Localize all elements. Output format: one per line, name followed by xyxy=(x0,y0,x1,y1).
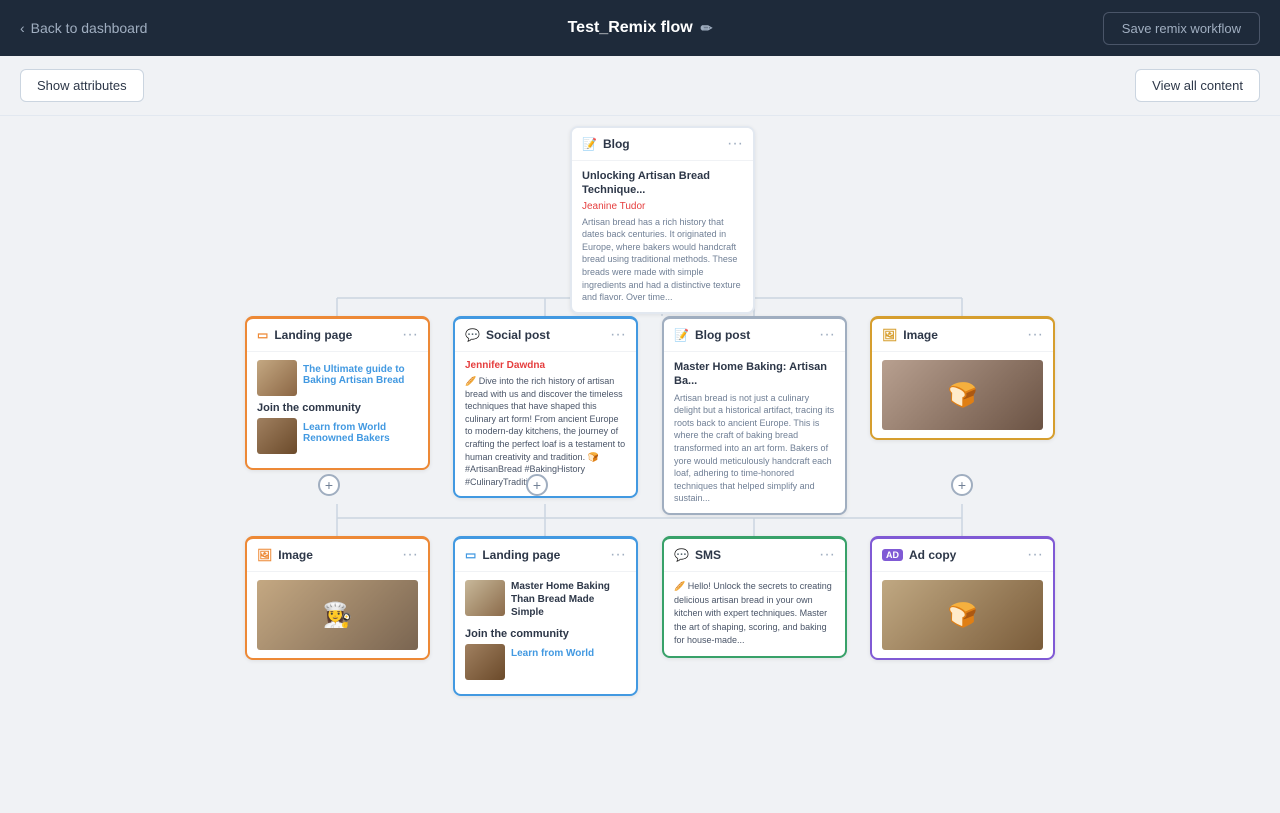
back-to-dashboard-button[interactable]: ‹ Back to dashboard xyxy=(20,20,147,36)
card-header-blog: 📝 Blog ··· xyxy=(572,128,753,161)
card-header-landing1: ▭ Landing page ··· xyxy=(247,319,428,352)
card-header-landing2: ▭ Landing page ··· xyxy=(455,539,636,572)
card-thumbnail xyxy=(257,360,297,396)
workflow-canvas: 📝 Blog ··· Unlocking Artisan Bread Techn… xyxy=(0,116,1280,813)
card-menu-button[interactable]: ··· xyxy=(610,547,626,563)
card-body-blog: Unlocking Artisan Bread Technique... Jea… xyxy=(572,161,753,312)
card-row: The Ultimate guide to Baking Artisan Bre… xyxy=(257,360,418,396)
sms-type-icon: 💬 xyxy=(674,548,689,562)
card-menu-button[interactable]: ··· xyxy=(610,327,626,343)
card-body-image1: 🍞 xyxy=(872,352,1053,438)
card-type-label: ▭ Landing page xyxy=(465,548,560,562)
card-body-landing1: The Ultimate guide to Baking Artisan Bre… xyxy=(247,352,428,468)
landing-page-card-1[interactable]: ▭ Landing page ··· The Ultimate guide to… xyxy=(245,316,430,470)
show-attributes-button[interactable]: Show attributes xyxy=(20,69,144,102)
card-body-landing2: Master Home Baking Than Bread Made Simpl… xyxy=(455,572,636,694)
image-card-1[interactable]: 🖼 Image ··· 🍞 xyxy=(870,316,1055,440)
save-remix-button[interactable]: Save remix workflow xyxy=(1103,12,1260,45)
workflow-title: Test_Remix flow xyxy=(568,19,693,37)
image-placeholder-3: 🍞 xyxy=(882,580,1043,650)
card-body-image2: 👩‍🍳 xyxy=(247,572,428,658)
view-all-content-button[interactable]: View all content xyxy=(1135,69,1260,102)
workflow-title-area: Test_Remix flow ✏ xyxy=(568,19,713,37)
blogpost-type-icon: 📝 xyxy=(674,328,689,342)
card-body-blogpost1: Master Home Baking: Artisan Ba... Artisa… xyxy=(664,352,845,513)
card-thumbnail xyxy=(465,580,505,616)
card-menu-button[interactable]: ··· xyxy=(402,547,418,563)
image-placeholder: 🍞 xyxy=(882,360,1043,430)
card-type-label: 🖼 Image xyxy=(257,548,313,562)
sms-card[interactable]: 💬 SMS ··· 🥖 Hello! Unlock the secrets to… xyxy=(662,536,847,658)
card-row: Learn from World Renowned Bakers xyxy=(257,418,418,454)
back-label: Back to dashboard xyxy=(31,20,148,36)
card-body-social1: Jennifer Dawdna 🥖 Dive into the rich his… xyxy=(455,352,636,496)
blog-post-card-1[interactable]: 📝 Blog post ··· Master Home Baking: Arti… xyxy=(662,316,847,515)
card-type-label: 🖼 Image xyxy=(882,328,938,342)
card-row: Learn from World xyxy=(465,644,626,680)
landing-page-card-2[interactable]: ▭ Landing page ··· Master Home Baking Th… xyxy=(453,536,638,696)
ad-badge-icon: AD xyxy=(882,549,903,561)
card-header-image1: 🖼 Image ··· xyxy=(872,319,1053,352)
add-node-button-1[interactable]: + xyxy=(318,474,340,496)
card-thumbnail xyxy=(257,418,297,454)
add-node-button-2[interactable]: + xyxy=(526,474,548,496)
card-type-label: 💬 Social post xyxy=(465,328,550,342)
card-type-label: 📝 Blog post xyxy=(674,328,750,342)
root-blog-card[interactable]: 📝 Blog ··· Unlocking Artisan Bread Techn… xyxy=(570,126,755,314)
card-type-label: ▭ Landing page xyxy=(257,328,352,342)
card-type-label: AD Ad copy xyxy=(882,548,956,562)
card-type-label: 💬 SMS xyxy=(674,548,721,562)
toolbar: Show attributes View all content xyxy=(0,56,1280,116)
landing-type-icon: ▭ xyxy=(257,328,268,342)
image-type-icon-2: 🖼 xyxy=(257,548,272,562)
back-arrow-icon: ‹ xyxy=(20,20,25,36)
app-header: ‹ Back to dashboard Test_Remix flow ✏ Sa… xyxy=(0,0,1280,56)
landing-type-icon-2: ▭ xyxy=(465,548,476,562)
card-thumbnail xyxy=(465,644,505,680)
card-header-image2: 🖼 Image ··· xyxy=(247,539,428,572)
social-type-icon: 💬 xyxy=(465,328,480,342)
card-header-adcopy: AD Ad copy ··· xyxy=(872,539,1053,572)
image-type-icon: 🖼 xyxy=(882,328,897,342)
card-header-blogpost1: 📝 Blog post ··· xyxy=(664,319,845,352)
card-type-label: 📝 Blog xyxy=(582,137,630,151)
card-menu-button[interactable]: ··· xyxy=(402,327,418,343)
card-row: Master Home Baking Than Bread Made Simpl… xyxy=(465,580,626,622)
social-post-card-1[interactable]: 💬 Social post ··· Jennifer Dawdna 🥖 Dive… xyxy=(453,316,638,498)
ad-copy-card[interactable]: AD Ad copy ··· 🍞 xyxy=(870,536,1055,660)
card-header-social1: 💬 Social post ··· xyxy=(455,319,636,352)
card-menu-button[interactable]: ··· xyxy=(819,327,835,343)
card-menu-button[interactable]: ··· xyxy=(1027,547,1043,563)
card-body-adcopy: 🍞 xyxy=(872,572,1053,658)
image-card-2[interactable]: 🖼 Image ··· 👩‍🍳 xyxy=(245,536,430,660)
card-menu-button[interactable]: ··· xyxy=(727,136,743,152)
image-placeholder-2: 👩‍🍳 xyxy=(257,580,418,650)
blog-type-icon: 📝 xyxy=(582,137,597,151)
card-header-sms: 💬 SMS ··· xyxy=(664,539,845,572)
card-menu-button[interactable]: ··· xyxy=(819,547,835,563)
add-node-button-3[interactable]: + xyxy=(951,474,973,496)
edit-title-icon[interactable]: ✏ xyxy=(701,20,713,37)
card-body-sms: 🥖 Hello! Unlock the secrets to creating … xyxy=(664,572,845,656)
card-menu-button[interactable]: ··· xyxy=(1027,327,1043,343)
